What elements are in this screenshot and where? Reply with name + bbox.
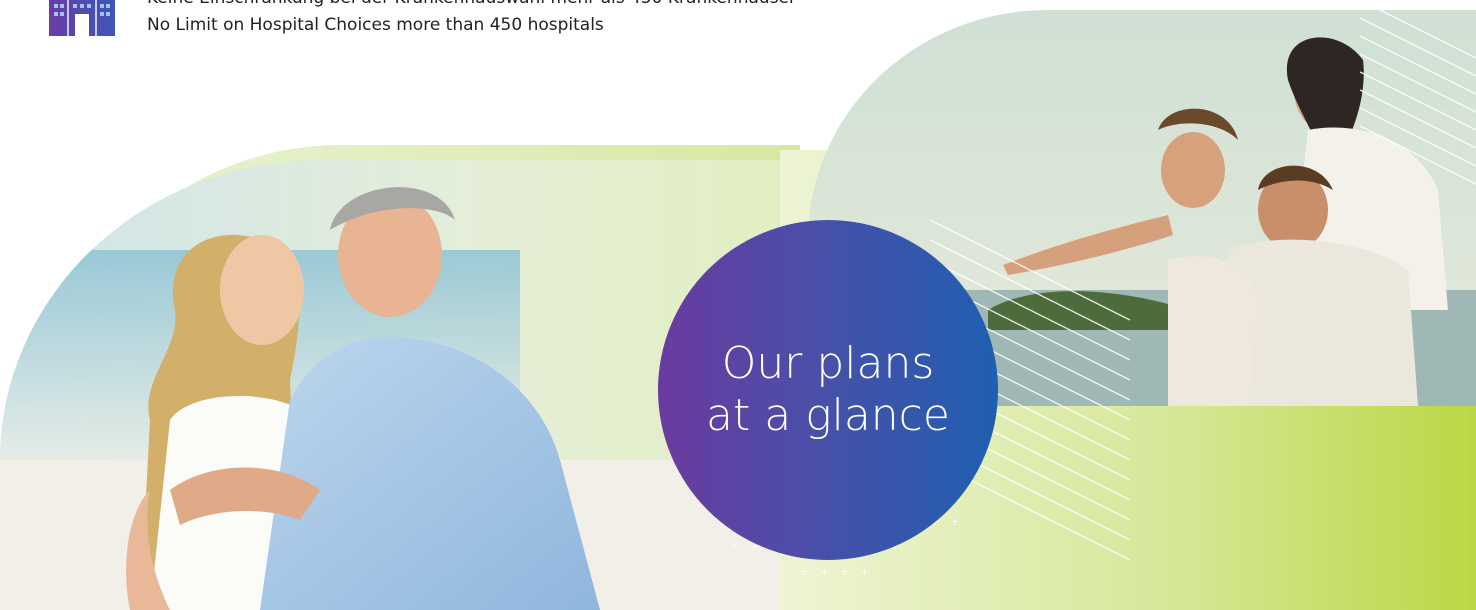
hospital-choice-info: Keine Einschränkung bei der Krankenhausw… [0, 0, 900, 60]
plans-at-a-glance-circle[interactable]: Our plans at a glance [658, 220, 998, 560]
hospital-choice-text-german: Keine Einschränkung bei der Krankenhausw… [147, 0, 796, 8]
hospital-building-icon [49, 0, 115, 36]
hospital-choice-text-english: No Limit on Hospital Choices more than 4… [147, 15, 604, 35]
plans-at-a-glance-title: Our plans at a glance [706, 338, 950, 441]
